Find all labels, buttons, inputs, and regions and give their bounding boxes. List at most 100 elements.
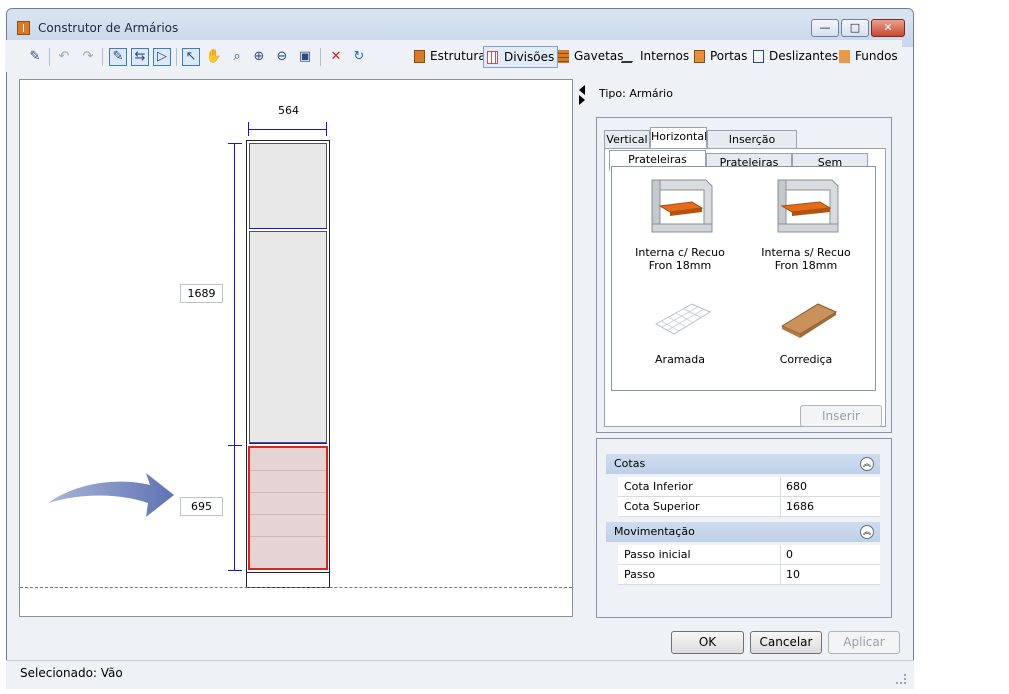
- toolbar: ✎ ↶ ↷ ✎ ⇆ ▷ ↖ ✋ ⌕ ⊕ ⊖ ▣ ✕ ↻ Estrutura Di…: [5, 40, 902, 72]
- guide-line: [250, 514, 326, 515]
- dimension-tick: [228, 445, 242, 446]
- item-label: Corrediça: [779, 353, 833, 366]
- tab-label: Internos: [640, 49, 690, 63]
- maximize-icon: □: [849, 21, 861, 34]
- pointer-arrow-icon: [48, 473, 174, 517]
- type-label: Tipo: Armário: [599, 87, 673, 100]
- tab-label: Divisões: [504, 50, 555, 64]
- hand-icon[interactable]: ✋: [205, 48, 223, 66]
- drawers-icon: [558, 50, 569, 63]
- dimension-tick: [248, 122, 249, 136]
- undo-icon[interactable]: ↶: [55, 48, 73, 66]
- status-text: Selecionado: Vão: [20, 666, 123, 680]
- resize-grip-icon[interactable]: [896, 674, 906, 684]
- selected-compartment[interactable]: [248, 446, 328, 570]
- edit-line-icon[interactable]: ✎: [109, 48, 127, 66]
- structure-icon: [414, 50, 425, 63]
- property-row[interactable]: Cota Superior 1686: [618, 497, 880, 517]
- toolbar-tab-gavetas[interactable]: Gavetas: [556, 46, 623, 68]
- item-label: Interna c/ Recuo Fron 18mm: [635, 246, 725, 272]
- toolbar-tab-divisoes[interactable]: Divisões: [483, 46, 559, 68]
- ok-button[interactable]: OK: [671, 631, 744, 654]
- status-bar: Selecionado: Vão: [6, 660, 914, 689]
- close-button[interactable]: ✕: [871, 19, 905, 37]
- apply-button[interactable]: Aplicar: [828, 631, 900, 654]
- property-value[interactable]: 0: [786, 545, 793, 564]
- item-correndica[interactable]: Corrediça: [756, 290, 856, 370]
- minimize-button[interactable]: —: [811, 19, 839, 37]
- tab-label: Gavetas: [574, 49, 624, 63]
- expand-right-icon[interactable]: [579, 95, 585, 105]
- move-icon[interactable]: ⇆: [131, 48, 149, 66]
- collapse-icon[interactable]: ︽: [860, 457, 874, 471]
- minimize-icon: —: [819, 21, 831, 34]
- toolbar-tab-portas[interactable]: Portas: [692, 46, 747, 68]
- select-icon[interactable]: ↖: [182, 48, 200, 66]
- property-value[interactable]: 680: [786, 477, 807, 496]
- property-row[interactable]: Cota Inferior 680: [618, 477, 880, 497]
- tab-label: Deslizantes: [769, 49, 839, 63]
- doors-icon: [694, 50, 705, 63]
- new-icon[interactable]: ✎: [26, 48, 44, 66]
- column-divider: [780, 477, 781, 497]
- item-label: Interna s/ Recuo Fron 18mm: [761, 246, 851, 272]
- width-dimension-label: 564: [278, 104, 299, 117]
- toolbar-tab-estrutura[interactable]: Estrutura: [412, 46, 486, 68]
- close-icon: ✕: [883, 21, 893, 34]
- property-name: Passo inicial: [624, 548, 691, 561]
- upper-compartment[interactable]: [249, 143, 327, 229]
- sliding-doors-icon: [753, 50, 764, 63]
- tab-vertical[interactable]: Vertical: [604, 130, 650, 149]
- toolbar-tab-deslizantes[interactable]: Deslizantes: [751, 46, 838, 68]
- wire-shelf-icon: [654, 303, 712, 335]
- dimension-tick: [326, 122, 327, 136]
- property-name: Cota Superior: [624, 500, 700, 513]
- toolbar-separator: [320, 48, 321, 66]
- group-movimentacao-header[interactable]: Movimentação ︽: [606, 522, 880, 542]
- group-cotas-header[interactable]: Cotas ︽: [606, 454, 880, 474]
- collapse-left-icon[interactable]: [579, 85, 585, 95]
- internals-icon: [620, 50, 639, 63]
- collapse-icon[interactable]: ︽: [860, 525, 874, 539]
- refresh-icon[interactable]: ↻: [350, 48, 368, 66]
- toolbar-separator: [102, 48, 103, 66]
- zoom-window-icon[interactable]: ▣: [296, 48, 314, 66]
- middle-compartment[interactable]: [249, 231, 327, 443]
- zoom-in-icon[interactable]: ⊕: [250, 48, 268, 66]
- redo-icon[interactable]: ↷: [79, 48, 97, 66]
- zoom-out-icon[interactable]: ⊖: [273, 48, 291, 66]
- item-interna-sem-recuo[interactable]: Interna s/ Recuo Fron 18mm: [756, 170, 856, 275]
- drawing-canvas[interactable]: 564 1689 695: [19, 79, 573, 617]
- toolbar-tab-fundos[interactable]: Fundos: [837, 46, 898, 68]
- toolbar-separator: [176, 48, 177, 66]
- tab-horizontal[interactable]: Horizontal: [650, 127, 707, 148]
- width-dimension-line: [248, 129, 327, 130]
- item-aramada[interactable]: Aramada: [630, 290, 730, 370]
- shelf-line: [249, 443, 327, 444]
- tab-insercao-multipla[interactable]: Inserção múltipla: [707, 130, 797, 163]
- property-value[interactable]: 10: [786, 565, 800, 584]
- property-value[interactable]: 1686: [786, 497, 814, 516]
- insert-button[interactable]: Inserir: [800, 405, 882, 427]
- item-label: Aramada: [655, 353, 705, 366]
- resize-icon[interactable]: ▷: [153, 48, 171, 66]
- zoom-extent-icon[interactable]: ⌕: [228, 48, 246, 66]
- maximize-button[interactable]: □: [841, 19, 869, 37]
- property-row[interactable]: Passo 10: [618, 565, 880, 585]
- tab-label: Estrutura: [430, 49, 486, 63]
- item-interna-com-recuo[interactable]: Interna c/ Recuo Fron 18mm: [630, 170, 730, 275]
- property-row[interactable]: Passo inicial 0: [618, 545, 880, 565]
- guide-line: [250, 536, 326, 537]
- property-name: Cota Inferior: [624, 480, 693, 493]
- column-divider: [780, 545, 781, 565]
- height-dimension-label[interactable]: 1689: [180, 284, 223, 303]
- group-title: Movimentação: [614, 525, 695, 538]
- tab-label: Fundos: [855, 49, 898, 63]
- lower-dimension-label[interactable]: 695: [180, 497, 223, 516]
- delete-icon[interactable]: ✕: [327, 48, 345, 66]
- toolbar-tab-internos[interactable]: Internos: [620, 46, 690, 68]
- floor-line: [20, 587, 572, 588]
- cancel-button[interactable]: Cancelar: [750, 631, 822, 654]
- toolbar-separator: [49, 48, 50, 66]
- guide-line: [250, 470, 326, 471]
